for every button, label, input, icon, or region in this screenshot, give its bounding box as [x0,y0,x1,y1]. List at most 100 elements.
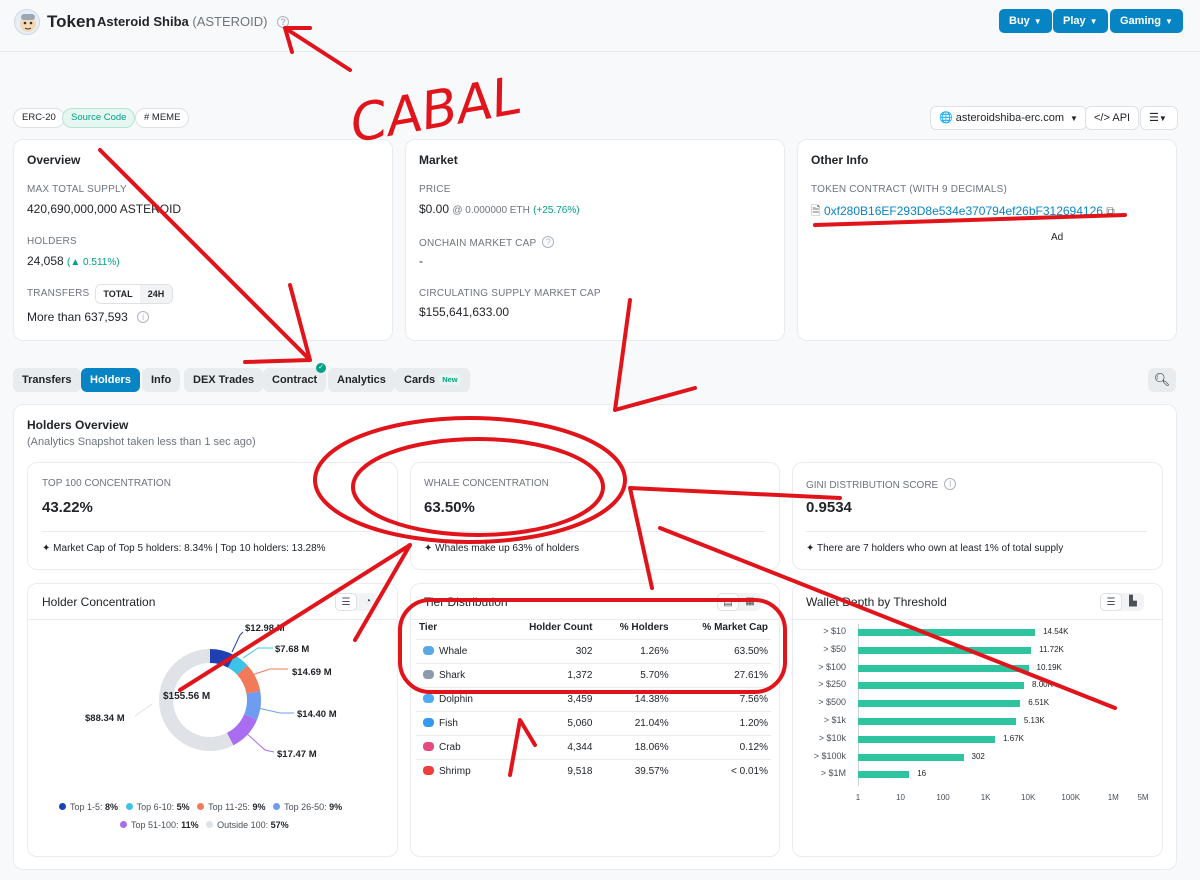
donut-label-outside100: $88.34 M [85,713,125,724]
dolphin-icon [423,694,434,703]
legend-item[interactable]: Top 1-5: 8% [59,802,118,812]
legend-name: Top 11-25: [208,802,251,812]
holders-count: 24,058 [27,254,64,268]
legend-dot [59,803,66,810]
tier-table-header: Tier Holder Count % Holders % Market Cap [416,622,771,640]
search-button[interactable]: 🔍︎ [1148,368,1176,392]
info-icon[interactable]: ? [542,236,555,248]
gaming-button[interactable]: Gaming ▼ [1110,9,1183,33]
info-icon[interactable]: i [137,311,150,323]
x-tick-label: 100 [936,793,950,802]
holders-cell: 39.57% [595,759,672,784]
chevron-down-icon: ▼ [1089,17,1098,26]
gini-label: GINI DISTRIBUTION SCORE i [806,478,957,491]
x-tick-label: 1 [855,793,861,802]
bar[interactable] [858,664,1029,672]
legend-row-2: Top 51-100: 11% Outside 100: 57% [120,820,289,830]
legend-item[interactable]: Top 26-50: 9% [273,802,342,812]
bar[interactable] [858,682,1025,690]
erc20-tag[interactable]: ERC-20 [13,108,65,128]
sparkle-icon: ✦ [806,543,817,554]
chevron-down-icon: ▼ [1158,114,1167,123]
holders-value: 24,058 (▲ 0.511%) [27,254,120,268]
tab-transfers[interactable]: Transfers [13,368,81,392]
max-supply-label: MAX TOTAL SUPPLY [27,184,127,195]
legend-dot [273,803,281,810]
transfers-24h-toggle[interactable]: 24H [140,285,172,303]
legend-name: Top 6-10: [136,802,175,812]
meme-tag[interactable]: # MEME [135,108,190,128]
legend-item[interactable]: Top 6-10: 5% [125,802,190,812]
tick-label: > $100 [818,661,846,672]
tab-dex-trades[interactable]: DEX Trades [184,368,264,392]
buy-button[interactable]: Buy ▼ [999,9,1052,33]
legend-row-1: Top 1-5: 8% Top 6-10: 5% Top 11-25: 9% T… [59,802,342,812]
onchain-mcap-value: - [419,254,423,268]
holders-change: (▲ 0.511%) [67,257,120,268]
price-label: PRICE [419,184,451,195]
list-view-icon[interactable]: ☰ [335,593,357,611]
tab-holders[interactable]: Holders [81,368,140,392]
list-options-button[interactable]: ☰▼ [1140,106,1178,130]
info-icon[interactable]: i [944,478,957,490]
count-cell: 1,372 [499,663,596,688]
legend-pct: 9% [329,802,343,812]
pie-view-icon[interactable]: ◔ [357,593,379,611]
whale-sub: ✦ Whales make up 63% of holders [424,543,579,554]
tier-cell: Shrimp [416,759,500,784]
holders-label: HOLDERS [27,236,77,247]
tier-cell: Shark [416,663,500,688]
play-button[interactable]: Play ▼ [1053,9,1108,33]
tier-table: Tier Holder Count % Holders % Market Cap… [416,622,771,784]
whale-label: WHALE CONCENTRATION [424,478,549,489]
bar[interactable] [858,753,964,761]
data-label: 5.13K [1023,716,1045,725]
shark-icon [423,670,434,679]
tick-label: > $50 [823,643,846,654]
tab-info[interactable]: Info [142,368,181,392]
tier-cell: Crab [416,735,500,760]
table-row: Dolphin 3,459 14.38% 7.56% [416,687,771,712]
count-cell: 9,518 [499,759,596,784]
count-cell: 3,459 [499,687,596,712]
bar[interactable] [858,629,1036,636]
shrimp-icon [423,766,434,776]
legend-name: Top 26-50: [284,802,327,812]
bar[interactable] [858,700,1021,708]
market-title: Market [419,153,458,167]
legend-pct: 57% [270,820,289,830]
data-label: 10.19K [1036,662,1062,672]
legend-item[interactable]: Outside 100: 57% [206,820,289,830]
website-label: asteroidshiba-erc.com [955,112,1064,124]
verified-check-icon: ✓ [316,363,326,373]
contract-address-link[interactable]: 🗎 0xf280B16EF293D8e534e370794ef26bF31269… [811,202,1115,223]
bar[interactable] [858,771,910,779]
tab-analytics[interactable]: Analytics [328,368,395,392]
legend-item[interactable]: Top 51-100: 11% [120,820,199,830]
other-info-title: Other Info [811,153,869,167]
bar[interactable] [858,718,1016,725]
mcap-cell: 1.20% [671,711,771,736]
source-code-tag[interactable]: Source Code [62,108,136,128]
tick-label: > $250 [818,679,846,690]
whale-sub-text: Whales make up 63% of holders [435,543,580,554]
x-tick-label: 10 [896,793,905,802]
sparkle-icon: ✦ [424,543,436,554]
table-view-icon[interactable]: ▤ [717,593,739,611]
copy-icon[interactable]: ⧉ [1106,204,1115,218]
transfers-total-toggle[interactable]: TOTAL [96,285,140,303]
website-button[interactable]: 🌐 asteroidshiba-erc.com ▼ [930,106,1087,130]
bar[interactable] [858,646,1032,654]
col-tier: Tier [419,622,438,633]
help-icon[interactable]: ? [277,16,290,28]
bar-chart-icon[interactable]: ▙ [1122,593,1144,611]
gini-sub: ✦ There are 7 holders who own at least 1… [806,543,1063,554]
tab-cards[interactable]: Cards New [395,368,470,392]
list-view-icon[interactable]: ☰ [1100,593,1122,611]
bar[interactable] [858,735,996,743]
grid-view-icon[interactable]: ▦ [739,593,761,611]
tick-label: > $100k [813,750,846,761]
api-button[interactable]: </> API [1085,106,1140,130]
top100-sub-text: Market Cap of Top 5 holders: 8.34% | Top… [53,543,326,554]
legend-item[interactable]: Top 11-25: 9% [197,802,266,812]
